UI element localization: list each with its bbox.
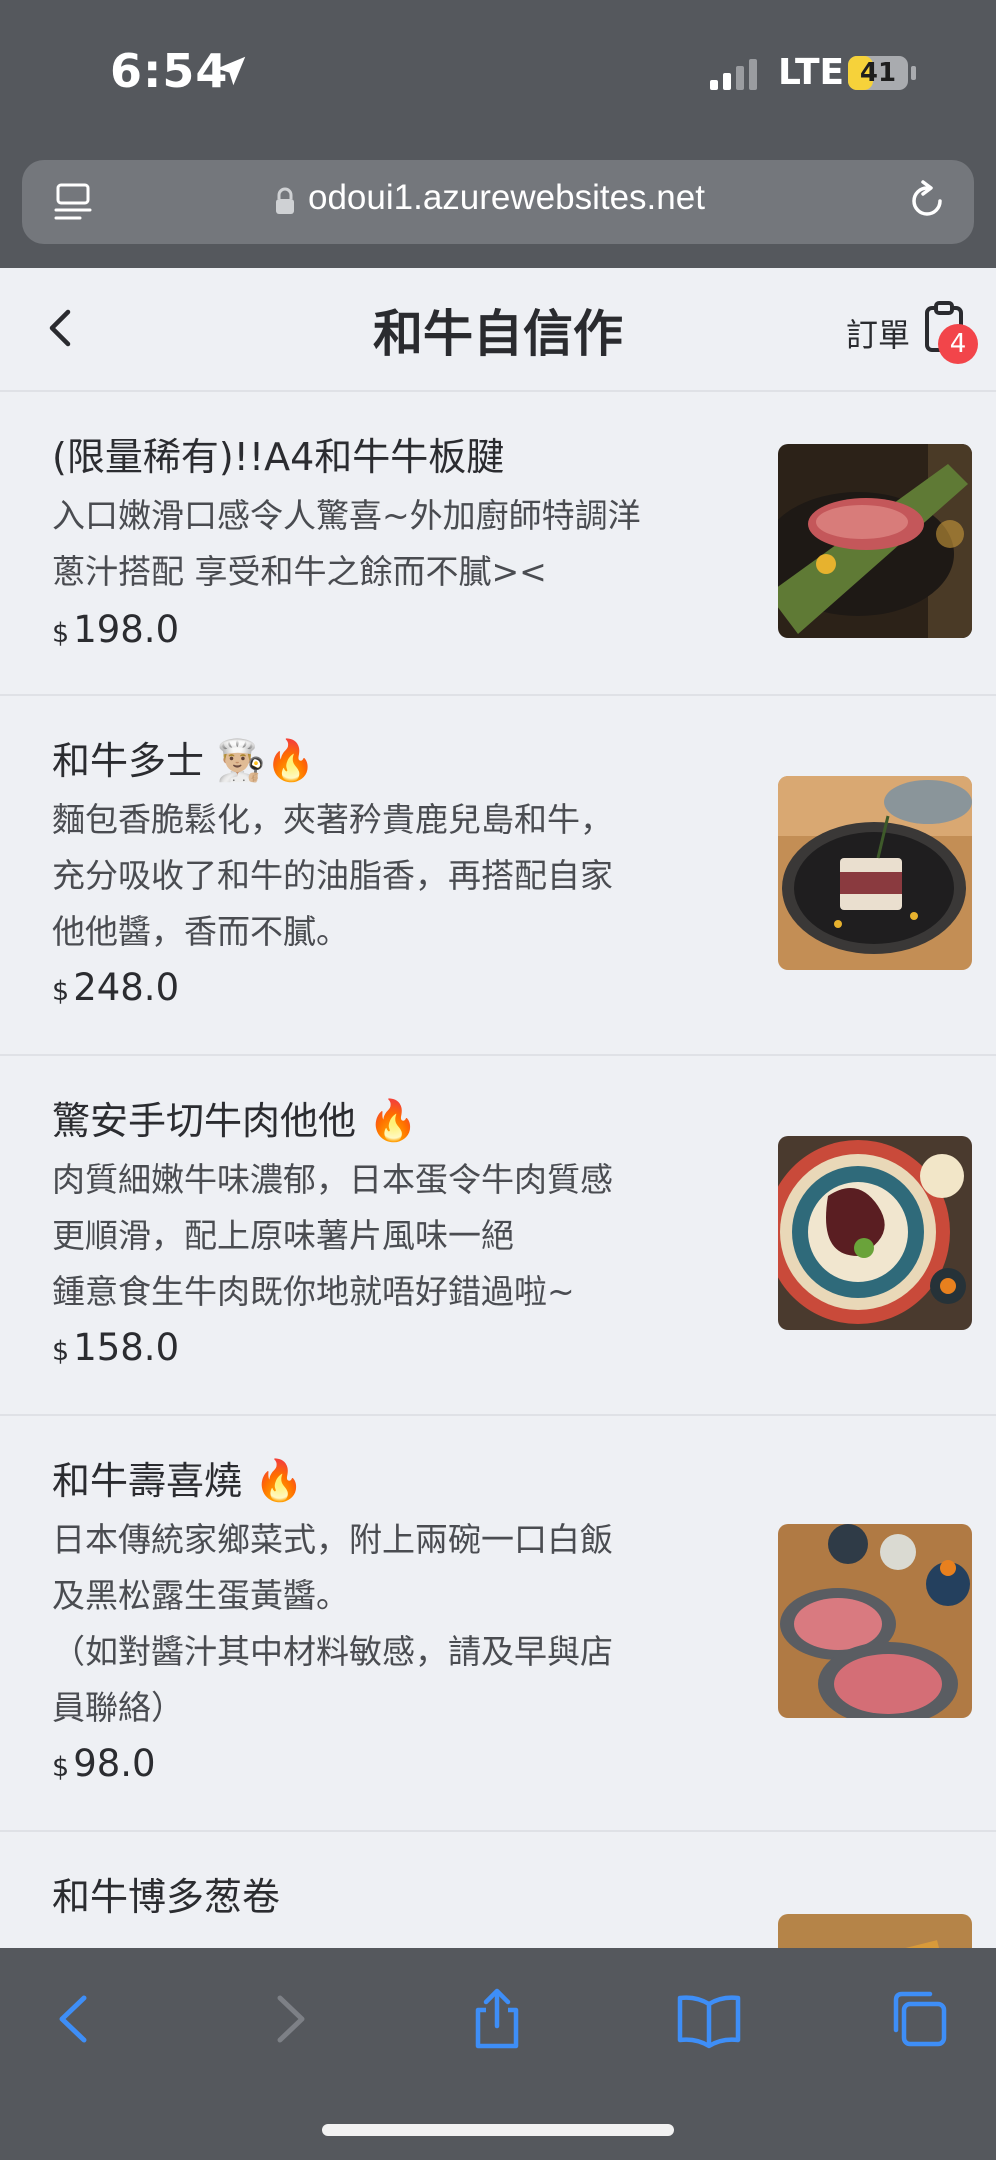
item-price: $248.0 — [52, 966, 179, 1009]
item-price: $98.0 — [52, 1742, 156, 1785]
price-value: 248.0 — [73, 966, 180, 1009]
item-price: $198.0 — [52, 608, 179, 651]
location-arrow-icon — [216, 56, 246, 86]
item-description: 日本傳統家鄉菜式，附上兩碗一口白飯 及黑松露生蛋黃醬。 （如對醬汁其中材料敏感，… — [52, 1520, 613, 1727]
currency-symbol: $ — [52, 976, 70, 1007]
bookmarks-icon[interactable] — [674, 1984, 744, 2054]
browser-chrome-top: 6:54 LTE 41 odoui1.azurewebsites.net — [0, 0, 996, 268]
beef-tartare-photo — [778, 1136, 972, 1330]
wagyu-toast-photo — [778, 776, 972, 970]
battery-percent: 41 — [859, 58, 897, 88]
reload-icon[interactable] — [904, 178, 950, 224]
page-header: 和牛自信作 訂單 4 — [0, 268, 996, 392]
cellular-signal-icon — [710, 59, 757, 90]
network-type: LTE — [778, 52, 845, 93]
lock-icon — [276, 187, 294, 214]
menu-item[interactable]: (限量稀有)!!A4和牛牛板腱 入口嫩滑口感令人驚喜~外加廚師特調洋 蔥汁搭配 … — [0, 392, 996, 696]
item-price: $158.0 — [52, 1326, 179, 1369]
item-photo[interactable] — [778, 1136, 972, 1330]
fire-icon: 🔥 — [254, 1458, 304, 1504]
menu-item[interactable]: 驚安手切牛肉他他 🔥 肉質細嫩牛味濃郁，日本蛋令牛肉質感 更順滑，配上原味薯片風… — [0, 1056, 996, 1416]
currency-symbol: $ — [52, 1336, 70, 1367]
sukiyaki-photo — [778, 1524, 972, 1718]
price-value: 198.0 — [73, 608, 180, 651]
address-bar[interactable]: odoui1.azurewebsites.net — [22, 160, 974, 244]
item-name: 和牛壽喜燒 🔥 — [52, 1450, 304, 1505]
home-indicator — [322, 2124, 674, 2136]
item-name-text: 和牛多士 — [52, 739, 205, 783]
item-description: 麵包香脆鬆化，夾著矜貴鹿兒島和牛， 充分吸收了和牛的油脂香，再搭配自家 他他醬，… — [52, 800, 613, 951]
menu-item[interactable]: 和牛多士 👨🏼‍🍳🔥 麵包香脆鬆化，夾著矜貴鹿兒島和牛， 充分吸收了和牛的油脂香… — [0, 696, 996, 1056]
chef-fire-icon: 👨🏼‍🍳🔥 — [216, 738, 316, 784]
status-time: 6:54 — [110, 44, 229, 98]
currency-symbol: $ — [52, 1752, 70, 1783]
price-value: 98.0 — [73, 1742, 156, 1785]
menu-item[interactable]: 和牛壽喜燒 🔥 日本傳統家鄉菜式，附上兩碗一口白飯 及黑松露生蛋黃醬。 （如對醬… — [0, 1416, 996, 1832]
item-photo[interactable] — [778, 444, 972, 638]
fire-icon: 🔥 — [368, 1098, 418, 1144]
forward-icon[interactable] — [254, 1984, 324, 2054]
back-icon[interactable] — [40, 1984, 110, 2054]
item-name-text: 和牛壽喜燒 — [52, 1459, 243, 1503]
item-name: 驚安手切牛肉他他 🔥 — [52, 1090, 418, 1145]
item-description: 入口嫩滑口感令人驚喜~外加廚師特調洋 蔥汁搭配 享受和牛之餘而不膩>< — [52, 496, 641, 591]
item-description: 肉質細嫩牛味濃郁，日本蛋令牛肉質感 更順滑，配上原味薯片風味一絕 鍾意食生牛肉既… — [52, 1160, 613, 1311]
price-value: 158.0 — [73, 1326, 180, 1369]
item-photo[interactable] — [778, 1524, 972, 1718]
order-label[interactable]: 訂單 — [846, 310, 910, 356]
item-name: 和牛多士 👨🏼‍🍳🔥 — [52, 730, 316, 785]
battery-icon: 41 — [848, 56, 908, 90]
item-name: (限量稀有)!!A4和牛牛板腱 — [52, 435, 505, 479]
wagyu-slice-photo — [778, 444, 972, 638]
item-name-text: 驚安手切牛肉他他 — [52, 1099, 357, 1143]
battery-nub — [911, 66, 916, 80]
item-photo[interactable] — [778, 776, 972, 970]
order-count-badge: 4 — [938, 324, 978, 364]
item-name: 和牛博多葱卷 — [52, 1875, 281, 1919]
menu-list: (限量稀有)!!A4和牛牛板腱 入口嫩滑口感令人驚喜~外加廚師特調洋 蔥汁搭配 … — [0, 392, 996, 2132]
tabs-icon[interactable] — [884, 1984, 954, 2054]
currency-symbol: $ — [52, 618, 70, 649]
share-icon[interactable] — [462, 1984, 532, 2054]
url-text[interactable]: odoui1.azurewebsites.net — [308, 178, 705, 218]
reader-mode-icon[interactable] — [52, 180, 96, 224]
